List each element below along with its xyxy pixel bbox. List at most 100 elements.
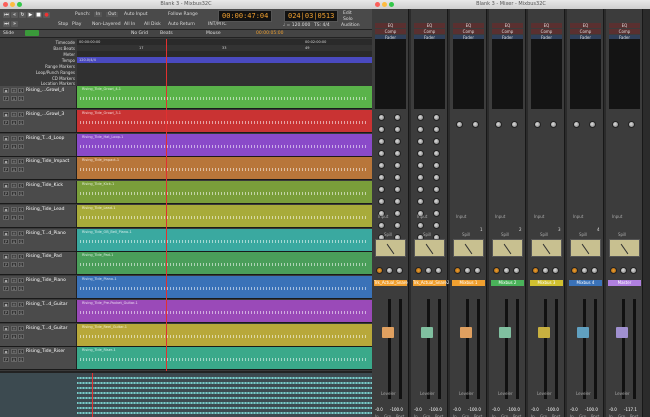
strip-name[interactable]: Mixbus 3: [530, 280, 563, 286]
group-button[interactable]: G: [18, 309, 24, 315]
send-knob[interactable]: [503, 267, 510, 274]
solo-button[interactable]: S: [18, 349, 24, 355]
track-name[interactable]: Rising_Tide_Riser: [26, 349, 65, 354]
eq-knob[interactable]: [378, 114, 385, 121]
trim-knob[interactable]: [628, 121, 635, 128]
eq-knob[interactable]: [394, 186, 401, 193]
input-button[interactable]: Input: [378, 214, 388, 219]
fader-track[interactable]: [427, 299, 430, 399]
all-disk-button[interactable]: All Disk: [144, 22, 161, 27]
eq-plugin[interactable]: EQ: [531, 23, 562, 28]
mute-button[interactable]: M: [11, 325, 17, 331]
eq-plugin[interactable]: EQ: [453, 23, 484, 28]
eq-knob[interactable]: [433, 210, 440, 217]
track-name[interactable]: Rising_T...d_Guitar: [26, 302, 68, 307]
record-arm-button[interactable]: ●: [3, 349, 9, 355]
playlist-button[interactable]: P: [3, 286, 9, 291]
fader-cap[interactable]: [382, 327, 394, 338]
eq-knob[interactable]: [394, 114, 401, 121]
track-header[interactable]: ● P M S A G Rising_Tide_Pad: [0, 252, 77, 275]
track-row[interactable]: ● P M S A G Rising_Tide_Pad Rising_Tide_…: [0, 252, 372, 276]
track-header[interactable]: ● P M S A G Rising_T...d_Guitar: [0, 299, 77, 322]
eq-knob[interactable]: [417, 150, 424, 157]
solo-button[interactable]: S: [18, 183, 24, 188]
send-knob[interactable]: [415, 267, 422, 274]
follow-range-button[interactable]: Follow Range: [168, 12, 198, 17]
eq-knob[interactable]: [394, 222, 401, 229]
playlist-button[interactable]: P: [3, 191, 9, 196]
peak-value[interactable]: -117.1: [624, 407, 637, 412]
strip-name[interactable]: Mixbus 4: [569, 280, 602, 286]
mute-button[interactable]: M: [11, 254, 17, 260]
zoom-icon[interactable]: [17, 2, 22, 7]
eq-knob[interactable]: [378, 222, 385, 229]
automation-button[interactable]: A: [11, 309, 17, 315]
track-header[interactable]: ● P M S A G Rising_T...d_Piano: [0, 228, 77, 251]
solo-button[interactable]: S: [18, 159, 24, 165]
go-end-icon[interactable]: ⏭: [3, 21, 10, 27]
eq-knob[interactable]: [417, 174, 424, 181]
record-icon[interactable]: ●: [43, 12, 50, 18]
primary-clock[interactable]: 00:00:47:04: [218, 10, 273, 22]
mute-button[interactable]: M: [11, 206, 17, 212]
record-arm-button[interactable]: ●: [3, 183, 9, 188]
peak-value[interactable]: -100.0: [468, 407, 481, 412]
track-header[interactable]: ● P M S A G Rising_Tide_Riser: [0, 347, 77, 370]
peak-value[interactable]: -100.0: [585, 407, 598, 412]
track-header[interactable]: ● P M S A G Rising_T...d_Loop: [0, 133, 77, 156]
eq-plugin[interactable]: EQ: [570, 23, 601, 28]
audition-button[interactable]: Audition: [341, 23, 360, 28]
automation-button[interactable]: A: [11, 191, 17, 196]
tempo-marker[interactable]: 120.0/4/4: [79, 58, 96, 62]
eq-knob[interactable]: [394, 150, 401, 157]
minimize-icon[interactable]: [10, 2, 15, 7]
eq-knob[interactable]: [417, 162, 424, 169]
group-button[interactable]: G: [18, 333, 24, 339]
playlist-button[interactable]: P: [3, 214, 9, 220]
spill-button[interactable]: Spill: [384, 232, 392, 237]
group-button[interactable]: G: [18, 143, 24, 149]
eq-knob[interactable]: [417, 126, 424, 133]
track-header[interactable]: ● P M S A G Rising_Tide_Lead: [0, 204, 77, 227]
group-button[interactable]: G: [18, 286, 24, 291]
group-button[interactable]: G: [18, 238, 24, 244]
group-button[interactable]: G: [18, 262, 24, 268]
eq-knob[interactable]: [394, 138, 401, 145]
loop-icon[interactable]: ↻: [19, 12, 26, 18]
input-button[interactable]: Input: [495, 214, 505, 219]
send-knob[interactable]: [376, 267, 383, 274]
close-icon[interactable]: [375, 2, 380, 7]
comp-plugin[interactable]: Comp: [492, 29, 523, 34]
stop-mode-button[interactable]: Stop: [58, 22, 68, 27]
play-icon[interactable]: ▶: [27, 12, 34, 18]
eq-knob[interactable]: [378, 186, 385, 193]
trim-knob[interactable]: [589, 121, 596, 128]
trim-knob[interactable]: [472, 121, 479, 128]
group-button[interactable]: G: [18, 357, 24, 363]
track-name[interactable]: Rising_T...d_Loop: [26, 136, 64, 141]
solo-button[interactable]: S: [18, 254, 24, 260]
eq-knob[interactable]: [433, 138, 440, 145]
mute-button[interactable]: M: [11, 88, 17, 93]
auto-input-button[interactable]: Auto Input: [124, 12, 148, 17]
trim-knob[interactable]: [550, 121, 557, 128]
automation-button[interactable]: A: [11, 286, 17, 291]
fader-track[interactable]: [505, 299, 508, 399]
edit-mode-select[interactable]: Slide: [3, 31, 14, 36]
track-name[interactable]: Rising_Tide_Impact: [26, 159, 69, 164]
playlist-button[interactable]: P: [3, 309, 9, 315]
play-mode-button[interactable]: Play: [72, 22, 81, 27]
input-button[interactable]: Input: [456, 214, 466, 219]
send-knob[interactable]: [513, 267, 520, 274]
strip-name[interactable]: Trk_Actual_Snare2: [413, 280, 449, 286]
comp-plugin[interactable]: Comp: [609, 29, 640, 34]
fader-cap[interactable]: [577, 327, 589, 338]
fader-track[interactable]: [466, 299, 469, 399]
record-arm-button[interactable]: ●: [3, 230, 9, 236]
track-header[interactable]: ● P M S A G Rising_Tide_Piano: [0, 276, 77, 298]
go-start-icon[interactable]: ⏮: [3, 12, 10, 18]
int-mtc-button[interactable]: INT/MTC: [208, 22, 226, 27]
automation-button[interactable]: A: [11, 238, 17, 244]
playlist-button[interactable]: P: [3, 119, 9, 125]
eq-knob[interactable]: [394, 162, 401, 169]
